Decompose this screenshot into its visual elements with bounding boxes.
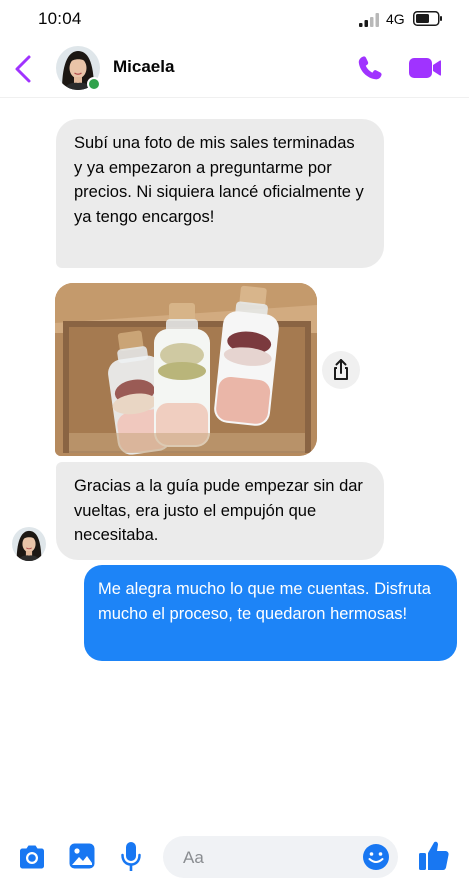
online-status-indicator bbox=[87, 77, 101, 91]
phone-icon[interactable] bbox=[355, 53, 385, 83]
chat-header: Micaela bbox=[0, 40, 469, 98]
signal-icon bbox=[359, 13, 379, 27]
gallery-icon[interactable] bbox=[68, 842, 96, 870]
message-input[interactable]: Aa bbox=[163, 836, 398, 878]
share-icon bbox=[334, 359, 348, 380]
status-bar: 10:04 4G bbox=[0, 0, 469, 40]
contact-name[interactable]: Micaela bbox=[113, 57, 174, 77]
back-chevron-icon[interactable] bbox=[10, 52, 36, 86]
message-bubble-outgoing[interactable]: Me alegra mucho lo que me cuentas. Disfr… bbox=[84, 565, 457, 661]
message-composer: Aa bbox=[0, 826, 469, 890]
message-input-placeholder: Aa bbox=[183, 848, 204, 867]
microphone-icon[interactable] bbox=[120, 841, 142, 873]
share-button[interactable] bbox=[322, 351, 360, 389]
sender-avatar[interactable] bbox=[12, 527, 46, 561]
message-bubble-incoming[interactable]: Gracias a la guía pude empezar sin dar v… bbox=[56, 462, 384, 560]
emoji-icon[interactable] bbox=[362, 843, 390, 871]
photo-message[interactable] bbox=[55, 283, 317, 456]
battery-icon bbox=[413, 11, 442, 26]
thumbs-up-icon[interactable] bbox=[417, 839, 451, 873]
network-type: 4G bbox=[386, 11, 405, 27]
video-camera-icon[interactable] bbox=[408, 55, 442, 81]
camera-icon[interactable] bbox=[17, 844, 47, 870]
status-time: 10:04 bbox=[38, 9, 82, 28]
message-bubble-incoming[interactable]: Subí una foto de mis sales terminadas y … bbox=[56, 119, 384, 268]
